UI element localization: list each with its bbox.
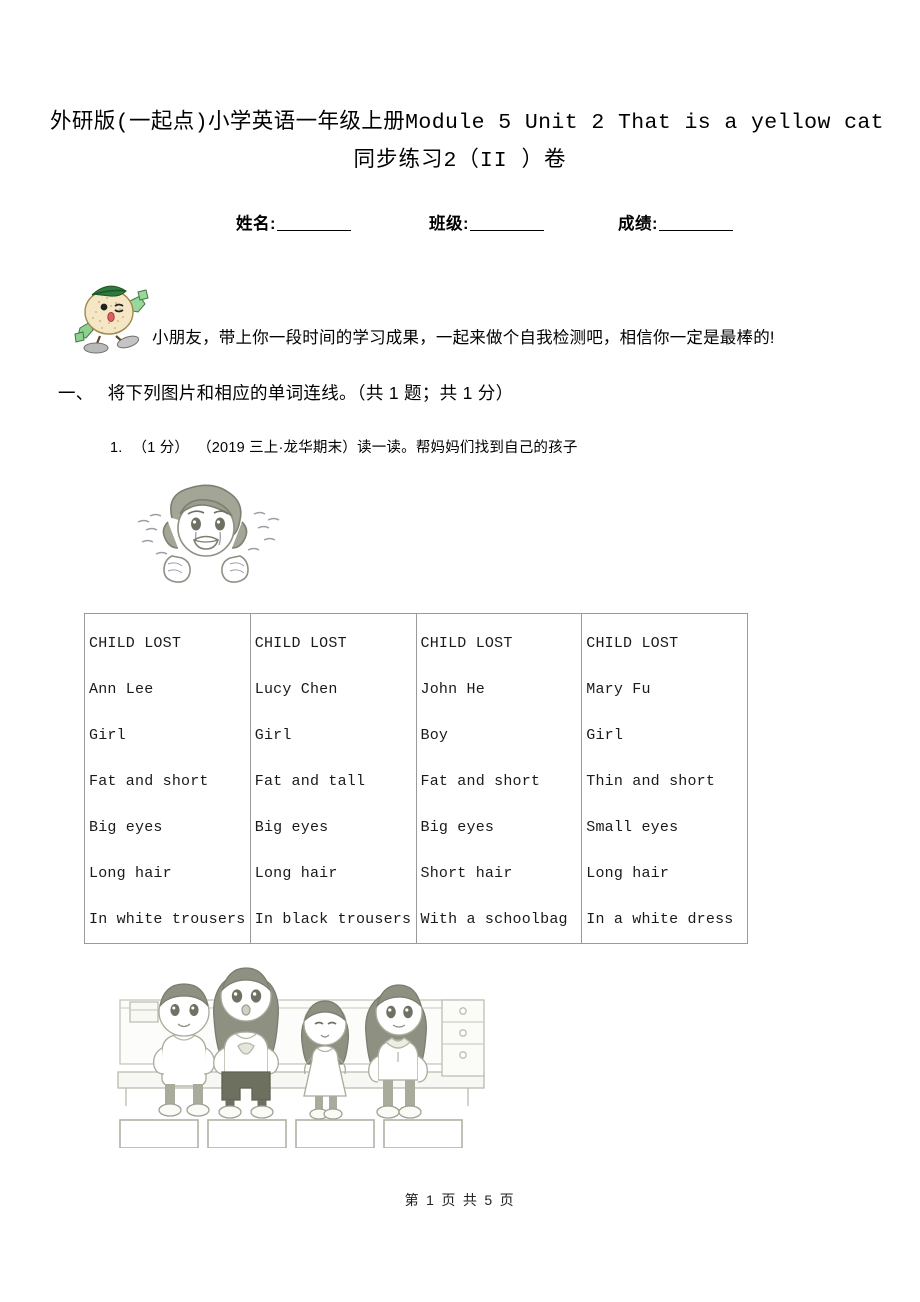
child-name: Mary Fu xyxy=(586,681,651,698)
child-build: Fat and tall xyxy=(254,773,366,790)
score-label: 成绩: xyxy=(618,215,658,233)
answer-box xyxy=(207,1119,287,1149)
child-clothes: In black trousers xyxy=(254,911,412,928)
child-lost-column-3: CHILD LOST John He Boy Fat and short Big… xyxy=(416,613,583,944)
answer-box xyxy=(119,1119,199,1149)
child-hair: Long hair xyxy=(89,865,172,882)
name-field[interactable]: 姓名: xyxy=(236,210,351,234)
child-eyes: Big eyes xyxy=(254,819,329,836)
student-info-row: 姓名: 班级: 成绩: xyxy=(236,210,796,234)
page-footer: 第 1 页 共 5 页 xyxy=(404,1192,516,1208)
child-clothes: In white trousers xyxy=(89,911,246,928)
column-header: CHILD LOST xyxy=(586,635,679,652)
child-gender: Girl xyxy=(89,727,126,744)
child-gender: Boy xyxy=(420,727,449,744)
child-build: Fat and short xyxy=(89,773,209,790)
column-header: CHILD LOST xyxy=(420,635,513,652)
name-blank[interactable] xyxy=(277,215,351,231)
child-eyes: Big eyes xyxy=(89,819,163,836)
section-heading: 一、 将下列图片和相应的单词连线。（共 1 题；共 1 分） xyxy=(58,380,513,405)
answer-box xyxy=(295,1119,375,1149)
child-eyes: Small eyes xyxy=(586,819,679,836)
child-hair: Long hair xyxy=(586,865,670,882)
child-hair: Short hair xyxy=(420,865,513,882)
child-build: Fat and short xyxy=(420,773,541,790)
egg-mascot-icon xyxy=(66,276,152,358)
question-line: 1. （1 分） （2019 三上·龙华期末）读一读。帮妈妈们找到自己的孩子 xyxy=(110,436,578,457)
title-line-2: 同步练习2（II ）卷 xyxy=(353,149,567,173)
column-header: CHILD LOST xyxy=(254,635,347,652)
child-lost-column-2: CHILD LOST Lucy Chen Girl Fat and tall B… xyxy=(250,613,417,944)
answer-box xyxy=(383,1119,463,1149)
child-build: Thin and short xyxy=(586,773,716,790)
child-clothes: With a schoolbag xyxy=(420,911,568,928)
class-label: 班级: xyxy=(429,215,469,233)
child-hair: Long hair xyxy=(254,865,338,882)
child-gender: Girl xyxy=(254,727,292,744)
child-name: Ann Lee xyxy=(89,681,154,698)
worksheet-page: 外研版(一起点)小学英语一年级上册Module 5 Unit 2 That is… xyxy=(0,0,920,1302)
name-label: 姓名: xyxy=(236,215,276,233)
score-field[interactable]: 成绩: xyxy=(618,210,733,234)
child-gender: Girl xyxy=(586,727,624,744)
children-on-bench-illustration xyxy=(112,948,490,1149)
class-field[interactable]: 班级: xyxy=(429,210,544,234)
class-blank[interactable] xyxy=(470,215,544,231)
page-title: 外研版(一起点)小学英语一年级上册Module 5 Unit 2 That is… xyxy=(50,104,884,180)
encouragement-text: 小朋友，带上你一段时间的学习成果，一起来做个自我检测吧，相信你一定是最棒的! xyxy=(152,329,775,347)
section-number: 一、 xyxy=(58,383,94,403)
child-lost-table: CHILD LOST Ann Lee Girl Fat and short Bi… xyxy=(84,613,748,944)
child-lost-column-1: CHILD LOST Ann Lee Girl Fat and short Bi… xyxy=(84,613,251,944)
column-header: CHILD LOST xyxy=(89,635,182,652)
title-line-1: 外研版(一起点)小学英语一年级上册Module 5 Unit 2 That is… xyxy=(50,111,884,135)
section-title: 将下列图片和相应的单词连线。（共 1 题；共 1 分） xyxy=(107,383,514,403)
child-name: John He xyxy=(420,681,485,698)
child-eyes: Big eyes xyxy=(420,819,495,836)
crying-mother-illustration xyxy=(128,478,288,590)
question-prompt: 读一读。帮妈妈们找到自己的孩子 xyxy=(357,440,578,456)
question-number: 1. xyxy=(110,440,123,456)
child-name: Lucy Chen xyxy=(254,681,338,698)
child-clothes: In a white dress xyxy=(586,911,734,928)
child-lost-column-4: CHILD LOST Mary Fu Girl Thin and short S… xyxy=(582,614,748,944)
question-score: （1 分） xyxy=(132,440,190,456)
question-source: （2019 三上·龙华期末） xyxy=(197,440,358,456)
table-row: CHILD LOST Ann Lee Girl Fat and short Bi… xyxy=(84,613,748,944)
score-blank[interactable] xyxy=(659,215,733,231)
